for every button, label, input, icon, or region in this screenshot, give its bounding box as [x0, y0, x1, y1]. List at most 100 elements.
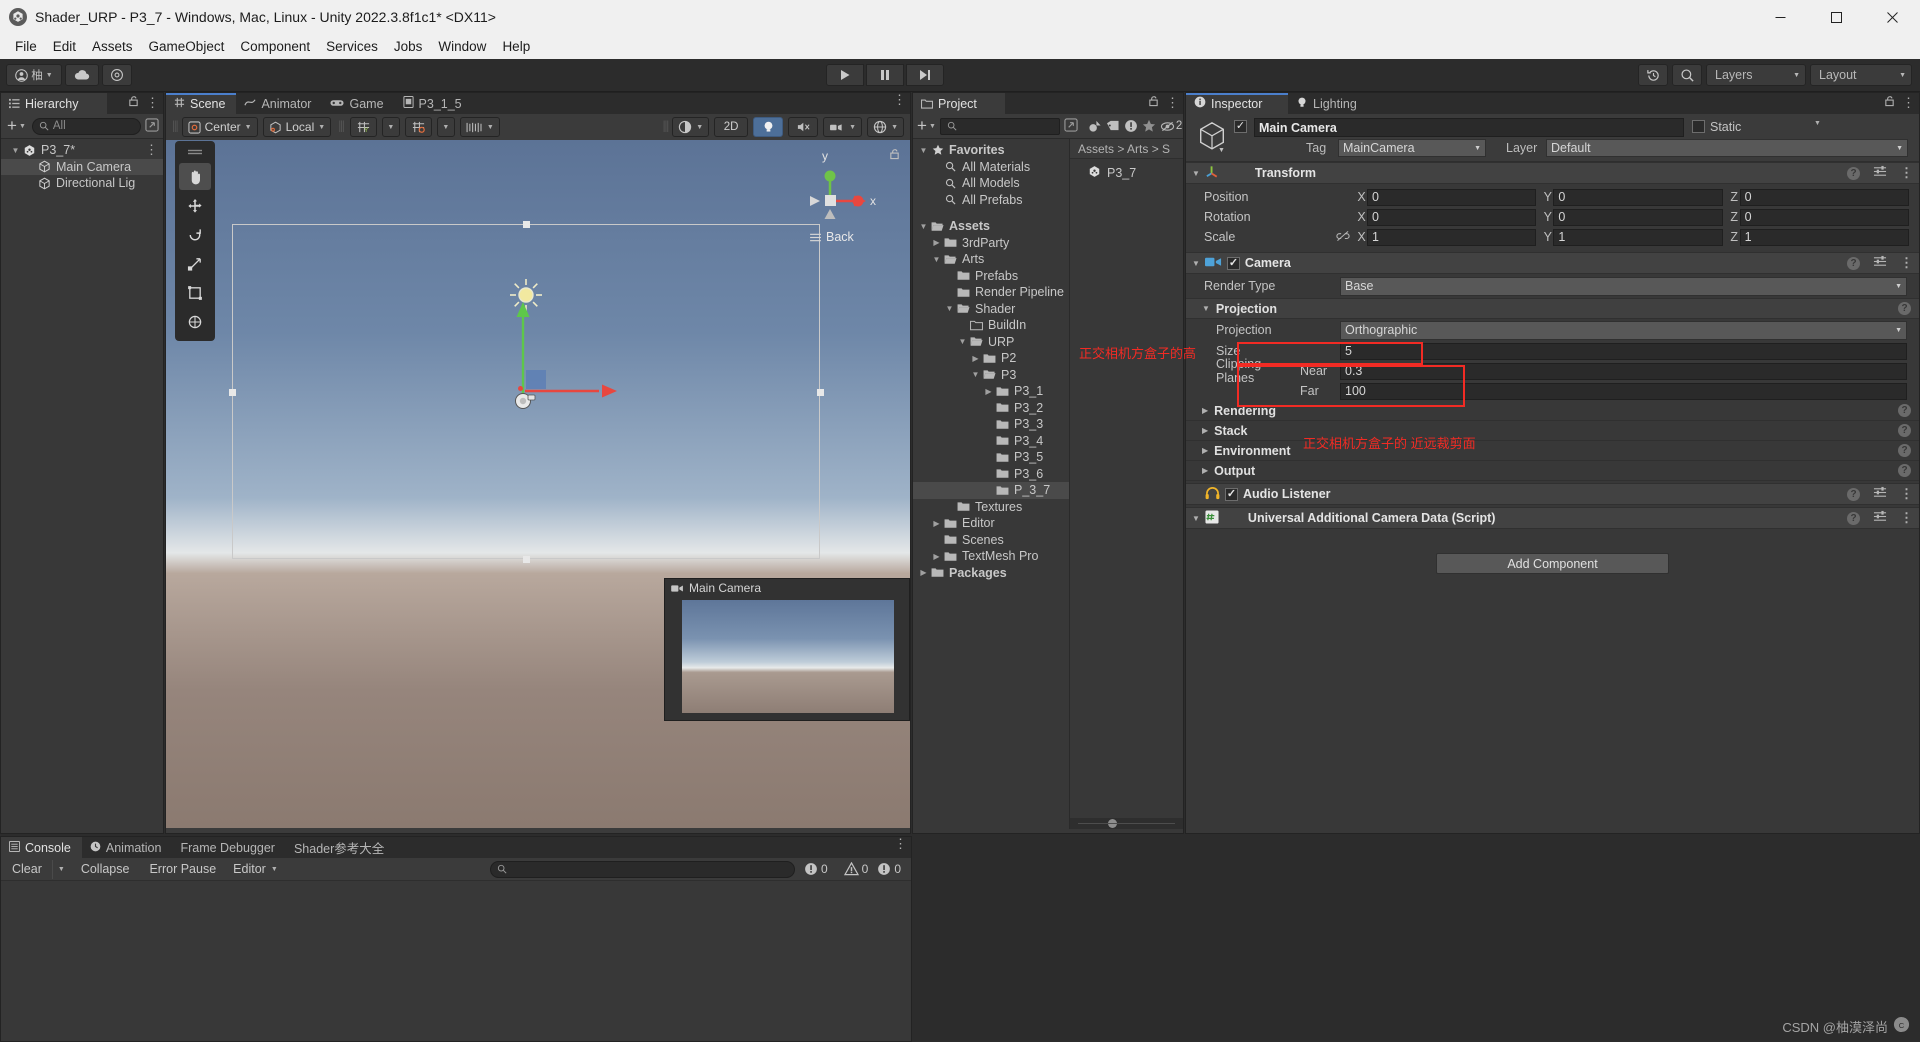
- project-expand-icon[interactable]: [1064, 117, 1078, 135]
- ruler-dropdown[interactable]: ▼: [459, 117, 500, 137]
- move-tool-button[interactable]: [179, 192, 211, 219]
- project-add-button[interactable]: + ▼: [917, 117, 936, 134]
- gizmo-view-mode[interactable]: Back: [810, 230, 900, 244]
- project-tree-item-all-prefabs[interactable]: All Prefabs: [913, 192, 1069, 209]
- gameobject-name-field[interactable]: Main Camera: [1254, 118, 1684, 137]
- project-tree-item-p3-4[interactable]: P3_4: [913, 433, 1069, 450]
- foldout-arrow-icon[interactable]: ▼: [1192, 514, 1200, 523]
- gameobject-enabled-checkbox[interactable]: ✓: [1234, 120, 1247, 133]
- play-button[interactable]: [826, 64, 864, 86]
- kebab-menu-icon[interactable]: ⋮: [1900, 511, 1913, 524]
- project-tree-item-p3-2[interactable]: P3_2: [913, 400, 1069, 417]
- toggle-2d-button[interactable]: 2D: [714, 117, 749, 137]
- project-tree-item-editor[interactable]: ▶ Editor: [913, 515, 1069, 532]
- camera-foldout-rendering[interactable]: ▶ Rendering?: [1186, 401, 1919, 421]
- transform-tool-button[interactable]: [179, 308, 211, 335]
- frustum-handle-left[interactable]: [229, 389, 236, 396]
- menu-file[interactable]: File: [7, 37, 45, 56]
- audio-listener-enabled-checkbox[interactable]: ✓: [1225, 487, 1238, 501]
- log-count-toggle[interactable]: 0: [797, 862, 835, 876]
- transform-rotation-y-field[interactable]: 0: [1553, 208, 1723, 226]
- expand-arrow-icon[interactable]: ▼: [9, 146, 22, 155]
- kebab-menu-icon[interactable]: ⋮: [894, 837, 907, 850]
- menu-assets[interactable]: Assets: [84, 37, 141, 56]
- project-tree-item-arts[interactable]: ▼ Arts: [913, 251, 1069, 268]
- hand-tool-button[interactable]: [179, 163, 211, 190]
- kebab-menu-icon[interactable]: ⋮: [1902, 96, 1915, 109]
- menu-component[interactable]: Component: [232, 37, 318, 56]
- editor-dropdown[interactable]: Editor ▼: [227, 860, 284, 879]
- gizmo-center-dot[interactable]: [518, 386, 523, 391]
- project-zoom-slider[interactable]: [1070, 818, 1183, 829]
- collapse-arrow-icon[interactable]: ▶: [1202, 426, 1208, 435]
- lock-icon[interactable]: [1148, 95, 1159, 110]
- projection-dropdown[interactable]: Orthographic ▼: [1340, 320, 1907, 340]
- expand-arrow-icon[interactable]: ▼: [943, 304, 956, 313]
- add-component-button[interactable]: Add Component: [1436, 553, 1669, 574]
- help-icon[interactable]: ?: [1847, 511, 1860, 525]
- camera-foldout-output[interactable]: ▶ Output?: [1186, 461, 1919, 481]
- close-button[interactable]: [1864, 0, 1920, 34]
- tag-dropdown[interactable]: MainCamera ▼: [1338, 139, 1486, 157]
- collapse-arrow-icon[interactable]: ▶: [1202, 406, 1208, 415]
- far-field[interactable]: 100: [1340, 382, 1907, 400]
- tab-scene[interactable]: Scene: [166, 93, 237, 114]
- menu-window[interactable]: Window: [430, 37, 494, 56]
- hidden-count-icon[interactable]: 2: [1160, 120, 1182, 133]
- main-camera-scene-icon[interactable]: [514, 388, 540, 410]
- transform-rotation-z-field[interactable]: 0: [1739, 208, 1909, 226]
- collapse-arrow-icon[interactable]: ▶: [1202, 466, 1208, 475]
- project-tree-item-favorites[interactable]: ▼ Favorites: [913, 142, 1069, 159]
- transform-position-y-field[interactable]: 0: [1553, 188, 1723, 206]
- help-icon[interactable]: ?: [1898, 464, 1911, 477]
- project-tree-item-all-materials[interactable]: All Materials: [913, 159, 1069, 176]
- link-broken-icon[interactable]: [1336, 230, 1350, 245]
- expand-arrow-icon[interactable]: ▼: [956, 337, 969, 346]
- camera-foldout-stack[interactable]: ▶ Stack?: [1186, 421, 1919, 441]
- label-filter-icon[interactable]: [1106, 120, 1120, 132]
- preset-icon[interactable]: [1873, 165, 1887, 181]
- size-field[interactable]: 5: [1340, 342, 1907, 360]
- project-tree-item-p-3-7[interactable]: P_3_7: [913, 482, 1069, 499]
- help-icon[interactable]: ?: [1898, 404, 1911, 417]
- help-icon[interactable]: ?: [1847, 256, 1860, 270]
- collapse-arrow-icon[interactable]: ▶: [930, 238, 943, 247]
- shading-mode-dropdown[interactable]: ▼: [672, 117, 710, 137]
- chevron-down-icon[interactable]: ▼: [1814, 120, 1821, 127]
- transform-scale-y-field[interactable]: 1: [1553, 228, 1723, 246]
- snap-increment-icon[interactable]: [404, 117, 432, 137]
- hierarchy-search-input[interactable]: All: [31, 117, 141, 135]
- project-tree-item-buildin[interactable]: BuildIn: [913, 317, 1069, 334]
- pivot-dropdown[interactable]: Center ▼: [181, 117, 258, 137]
- tab-project[interactable]: Project: [913, 93, 1005, 114]
- tab-animator[interactable]: Animator: [236, 93, 323, 114]
- near-field[interactable]: 0.3: [1340, 362, 1907, 380]
- project-search-input[interactable]: [939, 117, 1060, 135]
- effects-dropdown[interactable]: ▼: [823, 117, 863, 137]
- menu-help[interactable]: Help: [494, 37, 538, 56]
- drag-handle[interactable]: ⦀: [172, 119, 178, 136]
- collapse-button[interactable]: Collapse: [72, 860, 139, 879]
- lock-icon[interactable]: [128, 95, 139, 110]
- foldout-arrow-icon[interactable]: ▼: [1192, 259, 1200, 268]
- maximize-button[interactable]: [1808, 0, 1864, 34]
- tab-hierarchy[interactable]: Hierarchy: [1, 93, 107, 114]
- project-tree-item-textmesh-pro[interactable]: ▶ TextMesh Pro: [913, 548, 1069, 565]
- gizmo-visibility-dropdown[interactable]: ▼: [867, 117, 904, 137]
- favorite-star-icon[interactable]: [1142, 119, 1156, 133]
- history-icon[interactable]: [1638, 64, 1668, 86]
- menu-gameobject[interactable]: GameObject: [141, 37, 233, 56]
- warning-filter-icon[interactable]: [1124, 119, 1138, 133]
- console-search-input[interactable]: [489, 860, 795, 878]
- rotate-tool-button[interactable]: [179, 221, 211, 248]
- static-checkbox[interactable]: [1692, 120, 1705, 133]
- collapse-arrow-icon[interactable]: ▶: [982, 387, 995, 396]
- camera-foldout-environment[interactable]: ▶ Environment?: [1186, 441, 1919, 461]
- project-tree-item-p3[interactable]: ▼ P3: [913, 367, 1069, 384]
- project-tree-item-prefabs[interactable]: Prefabs: [913, 268, 1069, 285]
- gizmo-axes[interactable]: x: [808, 163, 900, 225]
- project-tree-item-p3-6[interactable]: P3_6: [913, 466, 1069, 483]
- hierarchy-expand-icon[interactable]: [145, 117, 159, 135]
- kebab-menu-icon[interactable]: ⋮: [145, 143, 158, 156]
- project-tree-item-textures[interactable]: Textures: [913, 499, 1069, 516]
